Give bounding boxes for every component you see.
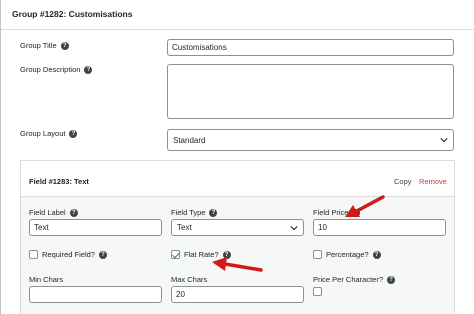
price-per-char-label: Price Per Character? <box>313 275 384 284</box>
min-chars-label: Min Chars <box>29 275 64 284</box>
question-circle-icon[interactable]: ? <box>84 65 93 74</box>
group-layout-value: Standard <box>173 135 206 145</box>
field-type-value: Text <box>177 223 192 232</box>
price-per-char-checkbox[interactable] <box>313 287 322 296</box>
group-title-label-row: Group Title ? <box>20 41 69 50</box>
question-circle-icon[interactable]: ? <box>209 208 218 217</box>
max-chars-input[interactable]: 20 <box>171 286 304 303</box>
question-circle-icon[interactable]: ? <box>69 208 78 217</box>
question-circle-icon[interactable]: ? <box>352 208 361 217</box>
question-circle-icon[interactable]: ? <box>372 250 381 259</box>
field-price-input[interactable]: 10 <box>313 219 446 236</box>
group-layout-label-row: Group Layout ? <box>20 129 78 138</box>
group-description-textarea[interactable] <box>167 64 454 119</box>
copy-link[interactable]: Copy <box>394 177 412 186</box>
group-title-label: Group Title <box>20 41 57 50</box>
question-circle-icon[interactable]: ? <box>387 275 396 284</box>
group-layout-label: Group Layout <box>20 129 66 138</box>
required-field-checkbox[interactable] <box>29 250 38 259</box>
required-field-label: Required Field? <box>42 250 95 259</box>
percentage-checkbox[interactable] <box>313 250 322 259</box>
field-type-select[interactable]: Text <box>171 219 304 236</box>
field-header[interactable]: Field #1283: Text Copy Remove <box>21 161 454 197</box>
field-header-title: Field #1283: Text <box>29 177 89 186</box>
group-description-label-row: Group Description ? <box>20 65 93 74</box>
percentage-label-row: Percentage? ? <box>326 250 381 259</box>
question-circle-icon[interactable]: ? <box>98 250 107 259</box>
field-label-input[interactable]: Text <box>29 219 162 236</box>
flat-rate-label: Flat Rate? <box>184 250 219 259</box>
max-chars-label-row: Max Chars <box>171 275 207 284</box>
group-title-input[interactable]: Customisations <box>167 39 454 56</box>
min-chars-label-row: Min Chars <box>29 275 63 284</box>
max-chars-label: Max Chars <box>171 275 208 284</box>
group-header-title: Group #1282: Customisations <box>12 9 133 19</box>
required-field-label-row: Required Field? ? <box>42 250 107 259</box>
field-label-label: Field Label <box>29 208 66 217</box>
chevron-down-icon <box>440 138 448 143</box>
question-circle-icon[interactable]: ? <box>60 41 69 50</box>
group-header[interactable]: Group #1282: Customisations <box>1 0 474 30</box>
group-layout-select[interactable]: Standard <box>167 129 454 151</box>
field-price-label: Field Price <box>313 208 349 217</box>
flat-rate-label-row: Flat Rate? ? <box>184 250 231 259</box>
field-type-label: Field Type <box>171 208 206 217</box>
field-type-label-row: Field Type ? <box>171 208 218 217</box>
group-description-label: Group Description <box>20 65 81 74</box>
price-per-char-label-row: Price Per Character? ? <box>313 275 396 284</box>
question-circle-icon[interactable]: ? <box>69 129 78 138</box>
min-chars-input[interactable] <box>29 286 162 303</box>
group-panel: Group #1282: Customisations Group Title … <box>0 0 474 314</box>
remove-link[interactable]: Remove <box>419 177 447 186</box>
percentage-label: Percentage? <box>326 250 369 259</box>
question-circle-icon[interactable]: ? <box>222 250 231 259</box>
field-price-label-row: Field Price ? <box>313 208 361 217</box>
field-label-label-row: Field Label ? <box>29 208 78 217</box>
flat-rate-checkbox[interactable] <box>171 250 180 259</box>
chevron-down-icon <box>290 225 298 230</box>
